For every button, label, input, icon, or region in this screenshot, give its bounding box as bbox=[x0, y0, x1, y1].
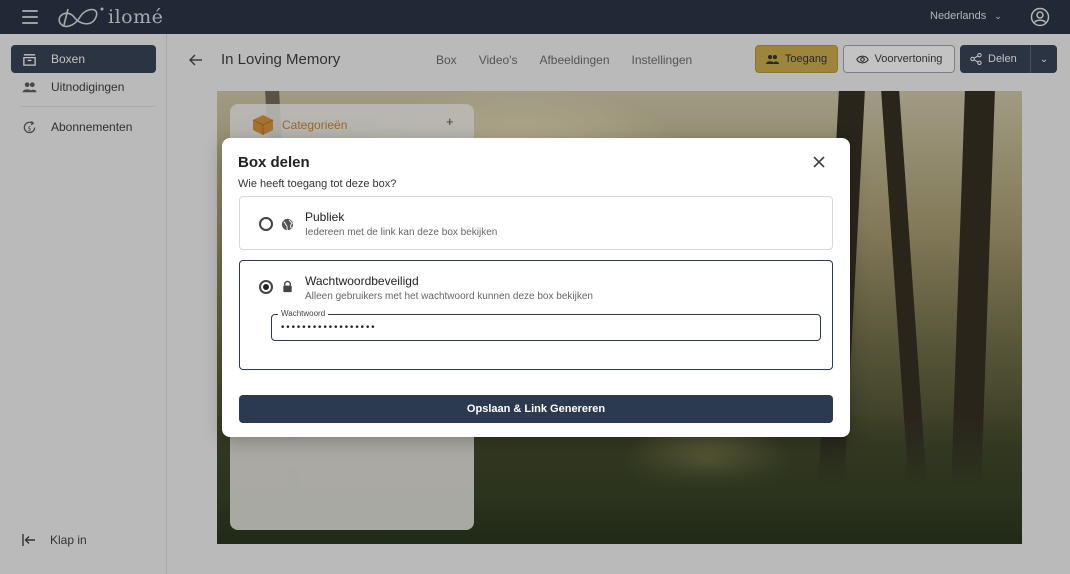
option-title: Publiek bbox=[305, 210, 345, 224]
save-generate-link-button[interactable]: Opslaan & Link Genereren bbox=[239, 395, 833, 423]
collapse-sidebar-button[interactable]: Klap in bbox=[22, 533, 87, 547]
dialog-question: Wie heeft toegang tot deze box? bbox=[238, 178, 397, 190]
globe-icon bbox=[281, 218, 294, 231]
collapse-label: Klap in bbox=[50, 533, 87, 547]
collapse-left-icon bbox=[22, 534, 35, 546]
option-description: Iedereen met de link kan deze box bekijk… bbox=[305, 227, 498, 238]
password-label: Wachtwoord bbox=[278, 309, 329, 319]
radio-public[interactable] bbox=[259, 217, 273, 231]
option-password-protected[interactable]: Wachtwoordbeveiligd Alleen gebruikers me… bbox=[239, 260, 833, 370]
dialog-title: Box delen bbox=[238, 154, 310, 171]
close-icon[interactable] bbox=[812, 155, 826, 169]
option-title: Wachtwoordbeveiligd bbox=[305, 274, 419, 288]
lock-icon bbox=[283, 280, 292, 293]
share-box-dialog: Box delen Wie heeft toegang tot deze box… bbox=[222, 138, 850, 437]
password-field: Wachtwoord bbox=[271, 309, 821, 341]
password-input[interactable] bbox=[280, 323, 800, 333]
option-public[interactable]: Publiek Iedereen met de link kan deze bo… bbox=[239, 196, 833, 250]
option-description: Alleen gebruikers met het wachtwoord kun… bbox=[305, 291, 593, 302]
radio-password-protected[interactable] bbox=[259, 280, 273, 294]
